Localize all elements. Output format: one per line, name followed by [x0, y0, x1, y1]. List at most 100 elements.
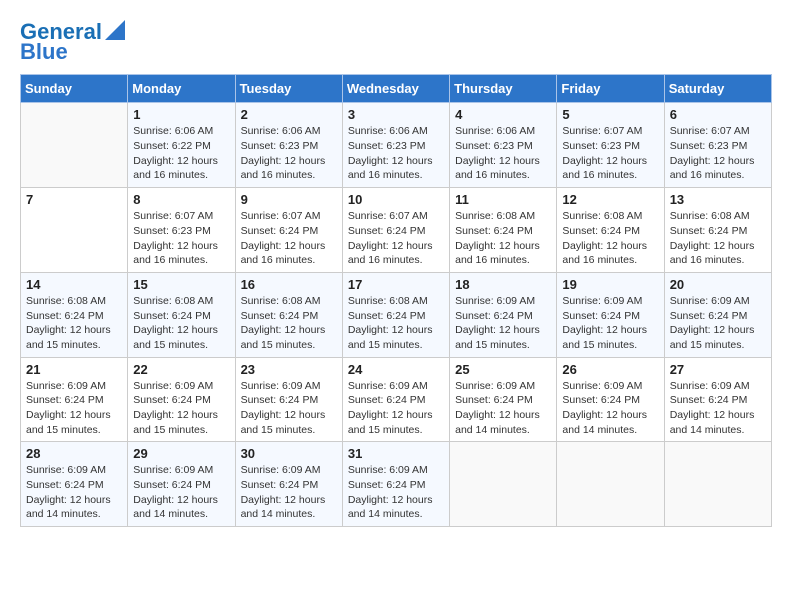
day-info: Sunrise: 6:09 AMSunset: 6:24 PMDaylight:…: [455, 379, 551, 438]
calendar-cell: 14 Sunrise: 6:08 AMSunset: 6:24 PMDayligh…: [21, 272, 128, 357]
day-info: Sunrise: 6:07 AMSunset: 6:23 PMDaylight:…: [133, 209, 229, 268]
day-info: Sunrise: 6:06 AMSunset: 6:23 PMDaylight:…: [455, 124, 551, 183]
calendar-week-row: 14 Sunrise: 6:08 AMSunset: 6:24 PMDayligh…: [21, 272, 772, 357]
calendar-cell: [557, 442, 664, 527]
calendar-week-row: 28 Sunrise: 6:09 AMSunset: 6:24 PMDayligh…: [21, 442, 772, 527]
day-number: 17: [348, 277, 444, 292]
page-header: General Blue: [20, 20, 772, 64]
calendar-cell: 15 Sunrise: 6:08 AMSunset: 6:24 PMDayligh…: [128, 272, 235, 357]
day-info: Sunrise: 6:06 AMSunset: 6:23 PMDaylight:…: [241, 124, 337, 183]
calendar-cell: 26 Sunrise: 6:09 AMSunset: 6:24 PMDayligh…: [557, 357, 664, 442]
day-number: 10: [348, 192, 444, 207]
weekday-header-friday: Friday: [557, 75, 664, 103]
day-number: 14: [26, 277, 122, 292]
day-info: Sunrise: 6:08 AMSunset: 6:24 PMDaylight:…: [562, 209, 658, 268]
day-info: Sunrise: 6:08 AMSunset: 6:24 PMDaylight:…: [241, 294, 337, 353]
day-info: Sunrise: 6:08 AMSunset: 6:24 PMDaylight:…: [670, 209, 766, 268]
calendar-cell: 31Sunrise: 6:09 AMSunset: 6:24 PMDayligh…: [342, 442, 449, 527]
day-info: Sunrise: 6:08 AMSunset: 6:24 PMDaylight:…: [348, 294, 444, 353]
day-info: Sunrise: 6:08 AMSunset: 6:24 PMDaylight:…: [133, 294, 229, 353]
calendar-cell: 1 Sunrise: 6:06 AMSunset: 6:22 PMDaylight…: [128, 103, 235, 188]
day-number: 12: [562, 192, 658, 207]
calendar-cell: 20 Sunrise: 6:09 AMSunset: 6:24 PMDayligh…: [664, 272, 771, 357]
calendar-cell: 10 Sunrise: 6:07 AMSunset: 6:24 PMDayligh…: [342, 188, 449, 273]
calendar-cell: 27 Sunrise: 6:09 AMSunset: 6:24 PMDayligh…: [664, 357, 771, 442]
calendar-cell: 5 Sunrise: 6:07 AMSunset: 6:23 PMDaylight…: [557, 103, 664, 188]
calendar-cell: 17 Sunrise: 6:08 AMSunset: 6:24 PMDayligh…: [342, 272, 449, 357]
day-number: 6: [670, 107, 766, 122]
day-info: Sunrise: 6:09 AMSunset: 6:24 PMDaylight:…: [26, 379, 122, 438]
calendar-week-row: 1 Sunrise: 6:06 AMSunset: 6:22 PMDaylight…: [21, 103, 772, 188]
calendar-cell: 28 Sunrise: 6:09 AMSunset: 6:24 PMDayligh…: [21, 442, 128, 527]
weekday-header-thursday: Thursday: [450, 75, 557, 103]
weekday-header-wednesday: Wednesday: [342, 75, 449, 103]
day-number: 24: [348, 362, 444, 377]
calendar-week-row: 21 Sunrise: 6:09 AMSunset: 6:24 PMDayligh…: [21, 357, 772, 442]
calendar-cell: 16 Sunrise: 6:08 AMSunset: 6:24 PMDayligh…: [235, 272, 342, 357]
day-number: 19: [562, 277, 658, 292]
day-info: Sunrise: 6:06 AMSunset: 6:22 PMDaylight:…: [133, 124, 229, 183]
calendar-cell: [450, 442, 557, 527]
day-number: 16: [241, 277, 337, 292]
day-info: Sunrise: 6:09 AMSunset: 6:24 PMDaylight:…: [562, 379, 658, 438]
day-info: Sunrise: 6:07 AMSunset: 6:24 PMDaylight:…: [241, 209, 337, 268]
day-number: 4: [455, 107, 551, 122]
calendar-week-row: 78 Sunrise: 6:07 AMSunset: 6:23 PMDayligh…: [21, 188, 772, 273]
logo-arrow-icon: [105, 20, 125, 40]
calendar-cell: 12 Sunrise: 6:08 AMSunset: 6:24 PMDayligh…: [557, 188, 664, 273]
day-number: 25: [455, 362, 551, 377]
day-info: Sunrise: 6:09 AMSunset: 6:24 PMDaylight:…: [670, 379, 766, 438]
day-info: Sunrise: 6:07 AMSunset: 6:23 PMDaylight:…: [562, 124, 658, 183]
day-number: 15: [133, 277, 229, 292]
day-info: Sunrise: 6:09 AMSunset: 6:24 PMDaylight:…: [133, 379, 229, 438]
day-number: 26: [562, 362, 658, 377]
calendar-cell: 25 Sunrise: 6:09 AMSunset: 6:24 PMDayligh…: [450, 357, 557, 442]
day-number: 20: [670, 277, 766, 292]
weekday-header-saturday: Saturday: [664, 75, 771, 103]
day-number: 8: [133, 192, 229, 207]
day-number: 31: [348, 446, 444, 461]
day-number: 28: [26, 446, 122, 461]
calendar-cell: 13 Sunrise: 6:08 AMSunset: 6:24 PMDayligh…: [664, 188, 771, 273]
calendar-cell: 3 Sunrise: 6:06 AMSunset: 6:23 PMDaylight…: [342, 103, 449, 188]
day-info: Sunrise: 6:09 AMSunset: 6:24 PMDaylight:…: [241, 463, 337, 522]
calendar-cell: 4 Sunrise: 6:06 AMSunset: 6:23 PMDaylight…: [450, 103, 557, 188]
day-info: Sunrise: 6:09 AMSunset: 6:24 PMDaylight:…: [455, 294, 551, 353]
day-number: 13: [670, 192, 766, 207]
day-info: Sunrise: 6:09 AMSunset: 6:24 PMDaylight:…: [26, 463, 122, 522]
calendar-cell: 22Sunrise: 6:09 AMSunset: 6:24 PMDayligh…: [128, 357, 235, 442]
weekday-header-sunday: Sunday: [21, 75, 128, 103]
day-number: 5: [562, 107, 658, 122]
calendar-cell: 6 Sunrise: 6:07 AMSunset: 6:23 PMDaylight…: [664, 103, 771, 188]
day-info: Sunrise: 6:09 AMSunset: 6:24 PMDaylight:…: [348, 379, 444, 438]
day-info: Sunrise: 6:07 AMSunset: 6:24 PMDaylight:…: [348, 209, 444, 268]
calendar-cell: 7: [21, 188, 128, 273]
day-number: 11: [455, 192, 551, 207]
weekday-header-tuesday: Tuesday: [235, 75, 342, 103]
calendar-cell: [664, 442, 771, 527]
calendar-cell: 21 Sunrise: 6:09 AMSunset: 6:24 PMDayligh…: [21, 357, 128, 442]
calendar-cell: 18Sunrise: 6:09 AMSunset: 6:24 PMDayligh…: [450, 272, 557, 357]
day-info: Sunrise: 6:09 AMSunset: 6:24 PMDaylight:…: [670, 294, 766, 353]
calendar-cell: 24 Sunrise: 6:09 AMSunset: 6:24 PMDayligh…: [342, 357, 449, 442]
day-number: 21: [26, 362, 122, 377]
calendar-cell: 30 Sunrise: 6:09 AMSunset: 6:24 PMDayligh…: [235, 442, 342, 527]
day-number: 27: [670, 362, 766, 377]
calendar-cell: [21, 103, 128, 188]
day-number: 23: [241, 362, 337, 377]
day-info: Sunrise: 6:09 AMSunset: 6:24 PMDaylight:…: [133, 463, 229, 522]
calendar-table: SundayMondayTuesdayWednesdayThursdayFrid…: [20, 74, 772, 527]
day-info: Sunrise: 6:06 AMSunset: 6:23 PMDaylight:…: [348, 124, 444, 183]
day-number: 7: [26, 192, 122, 207]
day-number: 9: [241, 192, 337, 207]
day-info: Sunrise: 6:07 AMSunset: 6:23 PMDaylight:…: [670, 124, 766, 183]
day-info: Sunrise: 6:08 AMSunset: 6:24 PMDaylight:…: [26, 294, 122, 353]
calendar-header-row: SundayMondayTuesdayWednesdayThursdayFrid…: [21, 75, 772, 103]
calendar-cell: 11Sunrise: 6:08 AMSunset: 6:24 PMDayligh…: [450, 188, 557, 273]
calendar-cell: 29Sunrise: 6:09 AMSunset: 6:24 PMDayligh…: [128, 442, 235, 527]
day-number: 30: [241, 446, 337, 461]
day-number: 3: [348, 107, 444, 122]
logo-text-line2: Blue: [20, 40, 68, 64]
calendar-cell: 23Sunrise: 6:09 AMSunset: 6:24 PMDayligh…: [235, 357, 342, 442]
day-number: 1: [133, 107, 229, 122]
